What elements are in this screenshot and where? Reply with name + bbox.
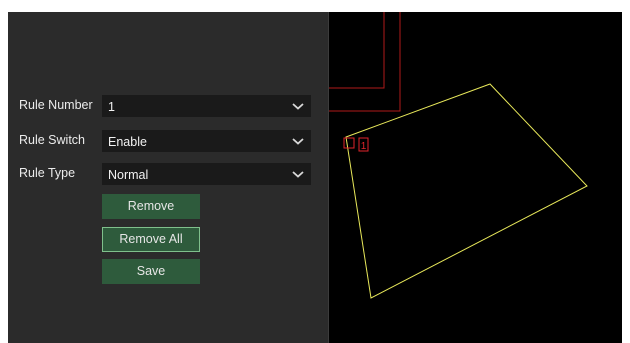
rule-number-label: Rule Number [19,98,93,112]
region-handle-marker [343,137,355,149]
detection-region-polygon [345,83,588,299]
chevron-down-icon [292,171,304,178]
rule-number-value: 1 [108,100,115,114]
detection-area-canvas[interactable]: 1 [329,12,622,343]
region-drawing: 1 [329,12,588,299]
rule-type-label: Rule Type [19,166,76,180]
rule-switch-value: Enable [108,135,147,149]
remove-all-button[interactable]: Remove All [102,227,200,252]
dvr-screen: Rule Number 1 Rule Switch Enable Rule Ty… [8,12,622,343]
chevron-down-icon [292,103,304,110]
rule-type-value: Normal [108,168,149,182]
rule-switch-select[interactable]: Enable [102,130,311,152]
rule-type-select[interactable]: Normal [102,163,311,185]
region-number-label: 1 [361,141,367,152]
rule-number-select[interactable]: 1 [102,95,311,117]
rule-switch-label: Rule Switch [19,133,85,147]
chevron-down-icon [292,138,304,145]
settings-panel: Rule Number 1 Rule Switch Enable Rule Ty… [8,12,328,343]
remove-button[interactable]: Remove [102,194,200,219]
background-line-inner [329,12,385,89]
save-button[interactable]: Save [102,259,200,284]
background-line-outer [329,12,401,112]
